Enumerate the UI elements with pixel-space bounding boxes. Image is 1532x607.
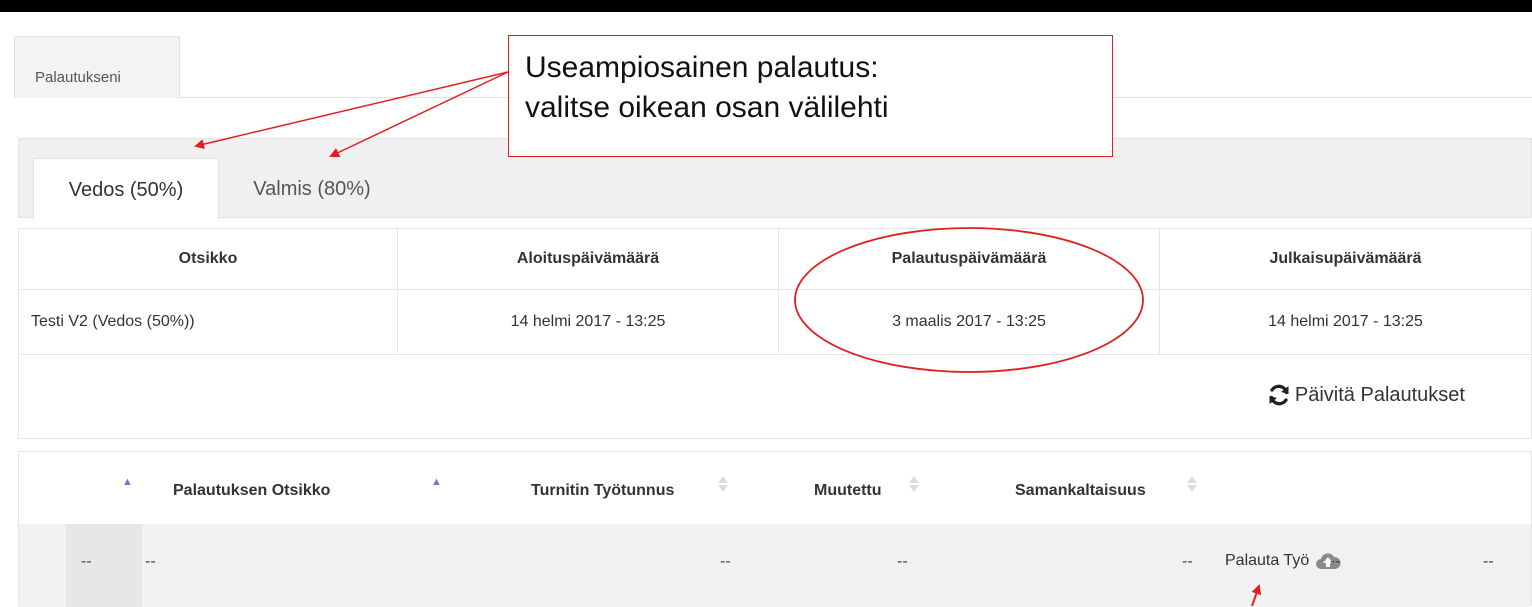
submissions-table: ▲ Palautuksen Otsikko ▲ Turnitin Työtunn… — [18, 451, 1532, 607]
row-cell-extra: -- — [1483, 553, 1494, 570]
row-checkbox-cell — [66, 524, 142, 607]
info-row: Testi V2 (Vedos (50%)) 14 helmi 2017 - 1… — [18, 289, 1532, 355]
refresh-label: Päivitä Palautukset — [1294, 383, 1465, 406]
submit-paper-label: Palauta Työ — [1225, 552, 1310, 569]
col-aloitus: Aloituspäivämäärä — [397, 228, 779, 290]
col-samankaltaisuus[interactable]: Samankaltaisuus — [1015, 482, 1146, 500]
col-julkaisu: Julkaisupäivämäärä — [1159, 228, 1532, 290]
tab-palautukseni[interactable]: Palautukseni — [14, 36, 180, 98]
sort-asc-icon[interactable]: ▲ — [122, 476, 133, 488]
sort-icon[interactable] — [1187, 476, 1197, 492]
info-title: Testi V2 (Vedos (50%)) — [18, 289, 398, 355]
col-muutettu[interactable]: Muutettu — [814, 482, 882, 500]
info-header-row: Otsikko Aloituspäivämäärä Palautuspäiväm… — [18, 228, 1532, 290]
tab-valmis-label: Valmis (80%) — [253, 178, 371, 200]
col-otsikko: Otsikko — [18, 228, 398, 290]
row-cell-title: -- — [145, 553, 156, 570]
refresh-panel: Päivitä Palautukset — [18, 351, 1532, 439]
info-post-date: 14 helmi 2017 - 13:25 — [1159, 289, 1532, 355]
tab-label: Palautukseni — [35, 69, 121, 86]
tab-vedos-label: Vedos (50%) — [68, 179, 184, 201]
info-start-date: 14 helmi 2017 - 13:25 — [397, 289, 779, 355]
submissions-header: ▲ Palautuksen Otsikko ▲ Turnitin Työtunn… — [19, 452, 1531, 524]
arrow-to-vedos-tab — [194, 71, 509, 150]
info-due-date: 3 maalis 2017 - 13:25 — [778, 289, 1160, 355]
col-turnitin-tyotunnus[interactable]: Turnitin Työtunnus — [531, 482, 674, 500]
row-cell-1: -- — [81, 553, 92, 570]
assignment-info-table: Otsikko Aloituspäivämäärä Palautuspäiväm… — [18, 228, 1532, 355]
row-cell-similarity: -- — [1182, 553, 1193, 570]
annotation-line-2: valitse oikean osan välilehti — [525, 91, 889, 124]
sort-asc-icon[interactable]: ▲ — [431, 476, 442, 488]
annotation-line-1: Useampiosainen palautus: — [525, 51, 879, 84]
tab-vedos[interactable]: Vedos (50%) — [33, 158, 219, 219]
top-bar — [0, 0, 1532, 12]
table-row: -- -- -- -- -- Palauta Työ -- -- — [19, 524, 1531, 607]
sort-icon[interactable] — [718, 476, 728, 492]
refresh-submissions-button[interactable]: Päivitä Palautukset — [1267, 383, 1465, 407]
row-cell-modified: -- — [897, 553, 908, 570]
refresh-icon — [1269, 384, 1289, 406]
col-palautuksen-otsikko[interactable]: Palautuksen Otsikko — [173, 482, 330, 500]
row-cell-paper-id: -- — [720, 553, 731, 570]
annotation-callout: Useampiosainen palautus: valitse oikean … — [508, 35, 1113, 157]
col-palautus: Palautuspäivämäärä — [778, 228, 1160, 290]
tab-valmis[interactable]: Valmis (80%) — [219, 158, 405, 219]
row-cell-grade: -- — [1330, 553, 1341, 570]
sort-icon[interactable] — [909, 476, 919, 492]
submit-paper-button[interactable]: Palauta Työ — [1225, 551, 1341, 571]
